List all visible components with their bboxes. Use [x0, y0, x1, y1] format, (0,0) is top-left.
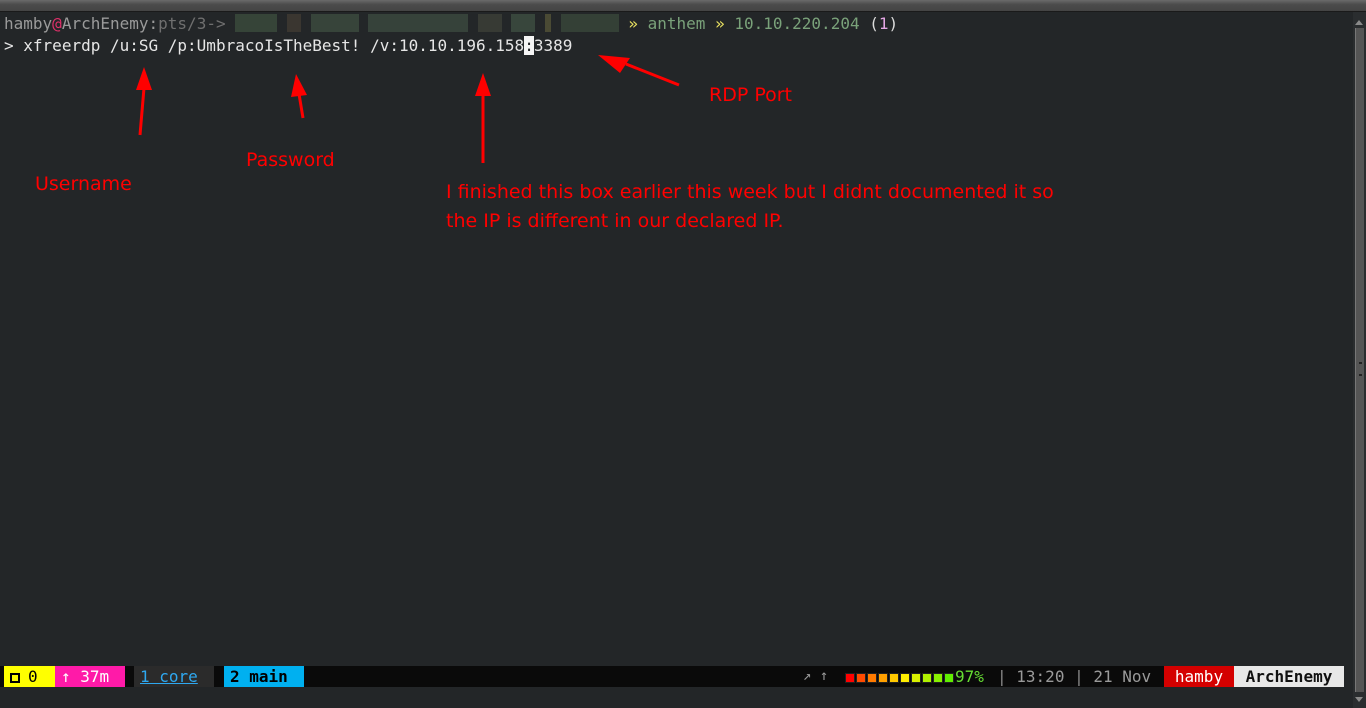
session-indicator[interactable]: 0: [4, 666, 55, 687]
annotation-arrows: [136, 55, 680, 163]
paren-open: (: [869, 14, 879, 33]
annotation-username: Username: [35, 173, 132, 195]
clock-date: 21 Nov: [1093, 667, 1152, 686]
clock-time: 13:20: [1016, 667, 1065, 686]
arrow-head: [598, 55, 630, 73]
text-cursor: :: [524, 36, 534, 55]
window-icon: [10, 673, 20, 683]
arrow-username: [138, 87, 146, 136]
annotation-note-line2: the IP is different in our declared IP.: [446, 210, 784, 232]
vertical-scrollbar[interactable]: [1353, 12, 1366, 708]
clock-area: | 13:20 | 21 Nov: [997, 666, 1151, 687]
uptime-indicator: ↑ 37m: [55, 666, 125, 687]
paren-close: ): [888, 14, 899, 33]
battery-cell: [922, 673, 932, 683]
arrow-password: [297, 93, 305, 119]
shell-prompt: hamby@ArchEnemy:pts/3-> » anthem » 10.10…: [4, 14, 898, 34]
command-line[interactable]: > xfreerdp /u:SG /p:UmbracoIsTheBest! /v…: [4, 36, 572, 56]
grip-icon: [1359, 362, 1362, 376]
battery-gauge: [845, 671, 954, 683]
redacted-path: [235, 14, 619, 33]
prompt-colon: :: [148, 14, 159, 33]
command-text-tail: 3389: [533, 36, 573, 55]
separator: |: [1074, 667, 1084, 686]
scroll-up-arrow-icon[interactable]: [1355, 20, 1363, 25]
prompt-separator: »: [628, 14, 638, 33]
command-text: xfreerdp /u:SG /p:UmbracoIsTheBest! /v:1…: [23, 36, 525, 55]
battery-cell: [867, 673, 877, 683]
arrow-head: [475, 73, 491, 96]
job-count: 1: [878, 14, 889, 33]
tmux-window-main[interactable]: 2 main: [224, 666, 304, 687]
annotation-note-line1: I finished this box earlier this week bu…: [446, 181, 1054, 203]
prompt-at: @: [52, 14, 62, 33]
status-host: ArchEnemy: [1234, 666, 1344, 687]
tmux-status-bar: 0 ↑ 37m 1 core 2 main ↗ ↑ 97% | 13:20 | …: [0, 666, 1344, 687]
command-prompt-char: >: [4, 36, 14, 55]
network-indicators: ↗ ↑: [803, 668, 829, 684]
arrow-head: [136, 67, 152, 90]
prompt-dir: anthem: [647, 14, 706, 33]
battery-cell: [933, 673, 943, 683]
battery-percent: 97%: [955, 667, 984, 686]
prompt-separator: »: [715, 14, 725, 33]
prompt-user: hamby: [4, 14, 53, 33]
battery-cell: [878, 673, 888, 683]
arrow-head: [291, 74, 307, 97]
separator: |: [997, 667, 1007, 686]
battery-cell: [944, 673, 954, 683]
scroll-down-arrow-icon[interactable]: [1355, 697, 1363, 702]
battery-cell: [856, 673, 866, 683]
battery-cell: [889, 673, 899, 683]
annotation-rdp-port: RDP Port: [709, 84, 792, 106]
battery-cell: [911, 673, 921, 683]
session-index: 0: [28, 667, 38, 686]
prompt-ip: 10.10.220.204: [734, 14, 860, 33]
prompt-tty: pts/3->: [158, 14, 226, 33]
arrow-rdp-port: [625, 62, 680, 87]
tmux-window-core[interactable]: 1 core: [134, 666, 214, 687]
battery-cell: [845, 673, 855, 683]
prompt-host: ArchEnemy: [61, 14, 149, 33]
window-title-bar: [0, 0, 1366, 12]
scrollbar-thumb[interactable]: [1355, 28, 1364, 692]
annotation-password: Password: [246, 149, 335, 171]
status-user: hamby: [1164, 666, 1234, 687]
battery-cell: [900, 673, 910, 683]
